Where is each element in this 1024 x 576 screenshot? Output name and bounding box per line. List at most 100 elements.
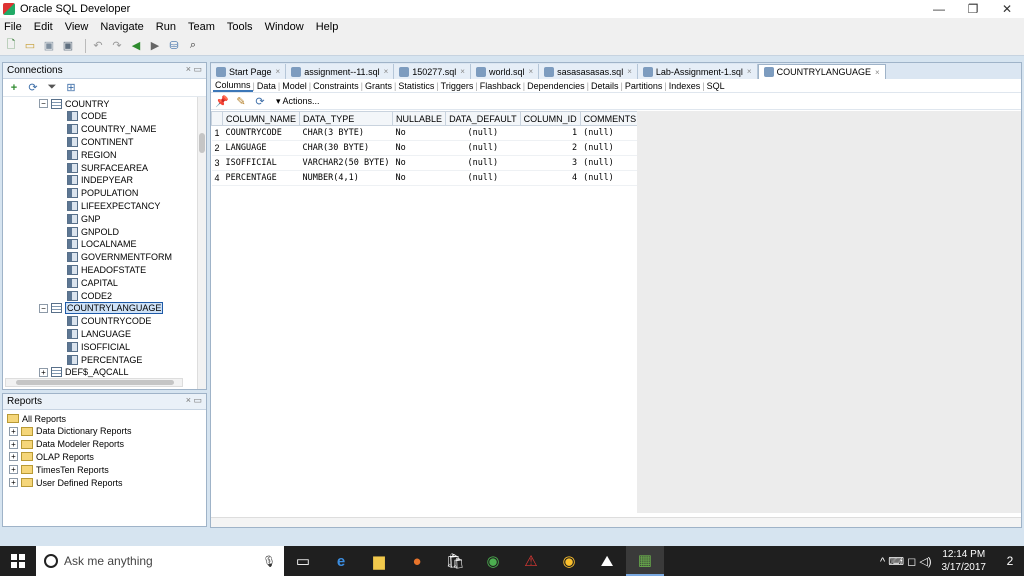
action-center-icon[interactable]: 2	[996, 546, 1024, 576]
expand-icon[interactable]: +	[9, 465, 18, 474]
table-cell[interactable]: (null)	[580, 141, 640, 156]
table-cell[interactable]: 4	[520, 171, 580, 186]
table-cell[interactable]: 3	[212, 156, 223, 171]
clock[interactable]: 12:14 PM 3/17/2017	[942, 548, 987, 574]
document-tab[interactable]: assignment--11.sql×	[286, 64, 394, 79]
table-cell[interactable]: CHAR(30 BYTE)	[300, 141, 393, 156]
subtab-grants[interactable]: Grants	[363, 81, 394, 91]
tree-item-column[interactable]: HEADOFSTATE	[67, 263, 146, 276]
cortana-search-box[interactable]: Ask me anything 🎙	[36, 546, 284, 576]
table-cell[interactable]: No	[393, 156, 446, 171]
tree-item-column[interactable]: POPULATION	[67, 187, 138, 200]
table-cell[interactable]: 2	[520, 141, 580, 156]
tree-item-column[interactable]: INDEPYEAR	[67, 174, 133, 187]
table-cell[interactable]: PERCENTAGE	[223, 171, 300, 186]
document-tab[interactable]: 150277.sql×	[394, 64, 471, 79]
tree-item-column[interactable]: CODE	[67, 110, 107, 123]
subtab-flashback[interactable]: Flashback	[478, 81, 523, 91]
sql-developer-taskbar-icon[interactable]: ▦	[626, 546, 664, 576]
photos-icon[interactable]: ⛰	[588, 546, 626, 576]
task-view-icon[interactable]: ▭	[284, 546, 322, 576]
grid-column-header[interactable]: COMMENTS	[580, 112, 640, 126]
subtab-columns[interactable]: Columns	[213, 80, 253, 92]
acrobat-icon[interactable]: ⚠	[512, 546, 550, 576]
table-cell[interactable]: (null)	[580, 171, 640, 186]
chrome-icon[interactable]: ◉	[550, 546, 588, 576]
menu-run[interactable]: Run	[156, 21, 176, 33]
table-row[interactable]: 4PERCENTAGENUMBER(4,1)No(null)4(null)	[212, 171, 640, 186]
table-cell[interactable]: 1	[212, 126, 223, 141]
actions-menu[interactable]: ▾ Actions...	[276, 96, 320, 107]
chrome-icon[interactable]: ◉	[474, 546, 512, 576]
tab-close-icon[interactable]: ×	[627, 67, 632, 76]
table-cell[interactable]: 2	[212, 141, 223, 156]
menu-navigate[interactable]: Navigate	[100, 21, 143, 33]
filter-icon[interactable]: ⏷	[45, 81, 59, 95]
schema-browser-icon[interactable]: ⊞	[64, 81, 78, 95]
table-cell[interactable]: (null)	[446, 141, 521, 156]
table-cell[interactable]: (null)	[446, 156, 521, 171]
report-tree-item[interactable]: +OLAP Reports	[9, 450, 94, 463]
pin-icon[interactable]: 📌	[215, 95, 229, 109]
grid-column-header[interactable]: NULLABLE	[393, 112, 446, 126]
new-file-icon[interactable]: 🗋	[4, 39, 18, 53]
forward-icon[interactable]: ▶	[148, 39, 162, 53]
collapse-icon[interactable]: −	[39, 99, 48, 108]
redo-icon[interactable]: ↷	[110, 39, 124, 53]
tree-item-column[interactable]: CAPITAL	[67, 276, 118, 289]
subtab-model[interactable]: Model	[280, 81, 309, 91]
grid-column-header[interactable]: DATA_TYPE	[300, 112, 393, 126]
menu-help[interactable]: Help	[316, 21, 339, 33]
tree-item-column[interactable]: LIFEEXPECTANCY	[67, 199, 160, 212]
tree-item-table[interactable]: −COUNTRYLANGUAGE	[39, 302, 163, 315]
table-cell[interactable]: COUNTRYCODE	[223, 126, 300, 141]
edit-icon[interactable]: ✎	[234, 95, 248, 109]
sql-worksheet-icon[interactable]: ⛁	[167, 39, 181, 53]
refresh-icon[interactable]: ⟳	[253, 95, 267, 109]
report-tree-item[interactable]: +User Defined Reports	[9, 476, 123, 489]
connections-vertical-scrollbar[interactable]	[197, 97, 206, 389]
grid-column-header[interactable]: DATA_DEFAULT	[446, 112, 521, 126]
expand-icon[interactable]: +	[39, 368, 48, 377]
tab-close-icon[interactable]: ×	[384, 67, 389, 76]
find-db-object-icon[interactable]: ⌕	[186, 39, 200, 53]
expand-icon[interactable]: +	[9, 452, 18, 461]
minimize-button[interactable]: —	[922, 0, 956, 18]
tree-item-column[interactable]: PERCENTAGE	[67, 353, 142, 366]
table-cell[interactable]: (null)	[580, 156, 640, 171]
tree-item-column[interactable]: COUNTRYCODE	[67, 315, 151, 328]
menu-window[interactable]: Window	[265, 21, 304, 33]
document-tab[interactable]: COUNTRYLANGUAGE×	[758, 64, 886, 79]
subtab-indexes[interactable]: Indexes	[667, 81, 703, 91]
table-cell[interactable]: No	[393, 171, 446, 186]
table-row[interactable]: 3ISOFFICIALVARCHAR2(50 BYTE)No(null)3(nu…	[212, 156, 640, 171]
menu-edit[interactable]: Edit	[34, 21, 53, 33]
menu-tools[interactable]: Tools	[227, 21, 253, 33]
table-cell[interactable]: 1	[520, 126, 580, 141]
editor-horizontal-scrollbar[interactable]	[211, 517, 1021, 527]
tab-close-icon[interactable]: ×	[875, 68, 880, 77]
close-button[interactable]: ✕	[990, 0, 1024, 18]
microphone-icon[interactable]: 🎙	[262, 555, 276, 568]
tree-item-column[interactable]: GNP	[67, 212, 101, 225]
subtab-constraints[interactable]: Constraints	[311, 81, 361, 91]
maximize-button[interactable]: ❐	[956, 0, 990, 18]
document-tab[interactable]: sasasasasas.sql×	[539, 64, 638, 79]
report-tree-item[interactable]: +TimesTen Reports	[9, 463, 109, 476]
table-cell[interactable]: 3	[520, 156, 580, 171]
document-tab[interactable]: Lab-Assignment-1.sql×	[638, 64, 758, 79]
expand-icon[interactable]: +	[9, 440, 18, 449]
table-cell[interactable]: NUMBER(4,1)	[300, 171, 393, 186]
menu-view[interactable]: View	[65, 21, 89, 33]
start-button[interactable]	[0, 546, 36, 576]
undo-icon[interactable]: ↶	[91, 39, 105, 53]
tree-item-table[interactable]: −COUNTRY	[39, 97, 109, 110]
tree-item-column[interactable]: LANGUAGE	[67, 327, 131, 340]
table-row[interactable]: 1COUNTRYCODECHAR(3 BYTE)No(null)1(null)	[212, 126, 640, 141]
add-connection-icon[interactable]: +	[7, 81, 21, 95]
grid-column-header[interactable]: COLUMN_NAME	[223, 112, 300, 126]
tab-close-icon[interactable]: ×	[276, 67, 281, 76]
document-tab[interactable]: Start Page×	[211, 64, 286, 79]
tree-item-column[interactable]: SURFACEAREA	[67, 161, 148, 174]
menu-team[interactable]: Team	[188, 21, 215, 33]
